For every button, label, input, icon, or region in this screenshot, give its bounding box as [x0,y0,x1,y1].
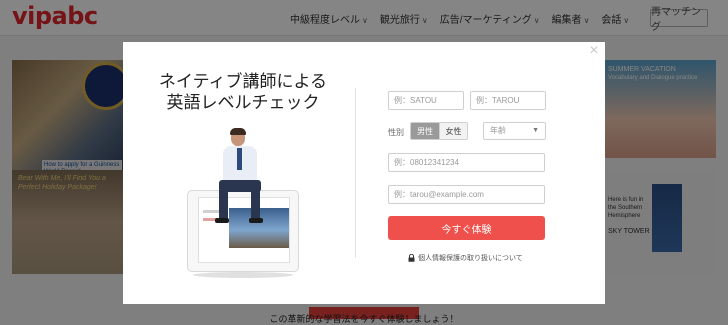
headline-line-2: 英語レベルチェック [166,93,320,113]
close-icon[interactable]: × [587,43,601,59]
tablet-screen [198,197,290,263]
last-name-input[interactable] [388,91,464,110]
email-input[interactable] [388,185,545,204]
illustration-shadow [193,272,293,278]
gender-label: 性別 [388,128,404,137]
headline-line-1: ネイティブ講師による [158,72,328,92]
signup-modal: × ネイティブ講師による 英語レベルチェック 性別 男性 女性 年齢 ▼ 今すぐ… [123,42,605,304]
tutor-tie [237,148,242,170]
tutor-shoe [249,218,263,223]
tablet-illustration [187,190,299,272]
privacy-link[interactable]: 個人情報保護の取り扱いについて [408,253,523,263]
gender-male-button[interactable]: 男性 [411,123,439,139]
phone-input[interactable] [388,153,545,172]
tutor-shoe [215,218,229,223]
tutor-leg [219,190,228,220]
modal-headline: ネイティブ講師による 英語レベルチェック [143,72,343,114]
age-select[interactable]: 年齢 ▼ [483,122,546,140]
modal-divider [355,88,356,258]
gender-female-button[interactable]: 女性 [439,123,467,139]
privacy-link-text: 個人情報保護の取り扱いについて [418,255,523,262]
try-now-button[interactable]: 今すぐ体験 [388,216,545,240]
tutor-leg [251,190,260,220]
age-select-placeholder: 年齢 [490,126,506,135]
lock-icon [408,254,415,262]
first-name-input[interactable] [470,91,546,110]
tutor-hair [230,128,246,135]
gender-toggle: 男性 女性 [410,122,468,140]
chevron-down-icon: ▼ [532,127,539,134]
